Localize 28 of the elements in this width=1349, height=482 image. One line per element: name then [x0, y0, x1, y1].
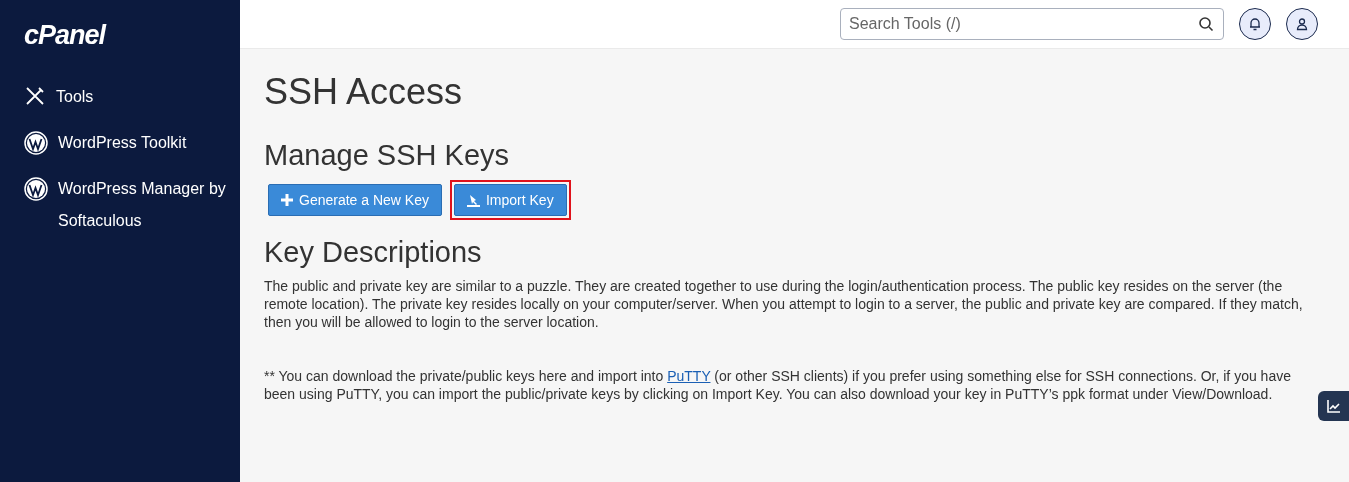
search-field[interactable]: Search Tools (/): [840, 8, 1224, 40]
sidebar-item[interactable]: Tools: [24, 81, 240, 113]
tools-icon: [24, 85, 46, 107]
user-button[interactable]: [1286, 8, 1318, 40]
import-icon: [466, 193, 480, 207]
sidebar-item-label: WordPress Toolkit: [58, 133, 187, 153]
sidebar-item-label: Tools: [56, 87, 94, 107]
section-heading: Manage SSH Keys: [264, 139, 510, 172]
description-paragraph: The public and private key are similar to a puzzle. They are created together to use during the login/authentication process. The public key resides on the server (the remote location). The private key resides locally on your computer/server. When you attempt to login to a server, the public and private key are compared. If they match, then you will be allowed to login to the server location.: [264, 277, 1304, 331]
key-button[interactable]: Import Key: [453, 184, 567, 216]
sidebar-item[interactable]: WordPress Toolkit: [24, 127, 240, 159]
notifications-button[interactable]: [1239, 8, 1271, 40]
putty-link[interactable]: PuTTY: [667, 368, 711, 384]
plus-icon: [281, 194, 293, 206]
note-paragraph: ** You can download the private/public keys here and import into PuTTY (or other SSH clients) if you prefer using something else for SSH connections. Or, if you have been using PuTTY, you can import the public/private keys by clicking on Import Key. You can also download your key in PuTTY’s ppk format under View/Download.: [264, 367, 1292, 403]
chart-icon: [1326, 399, 1341, 413]
sidebar-item-label: WordPress Manager by Softaculous: [58, 179, 227, 231]
stats-tab[interactable]: [1318, 391, 1349, 421]
page-title: SSH Access: [264, 71, 464, 113]
wordpress-icon: [24, 177, 48, 201]
bell-icon: [1248, 17, 1262, 31]
key-button[interactable]: Generate a New Key: [268, 184, 442, 216]
wordpress-icon: [24, 131, 48, 155]
search-icon: [1198, 16, 1214, 32]
user-icon: [1295, 17, 1309, 31]
section-heading: Key Descriptions: [264, 236, 483, 269]
sidebar-item[interactable]: WordPress Manager by Softaculous: [24, 173, 240, 237]
cpanel-logo[interactable]: cPanel: [24, 20, 240, 51]
